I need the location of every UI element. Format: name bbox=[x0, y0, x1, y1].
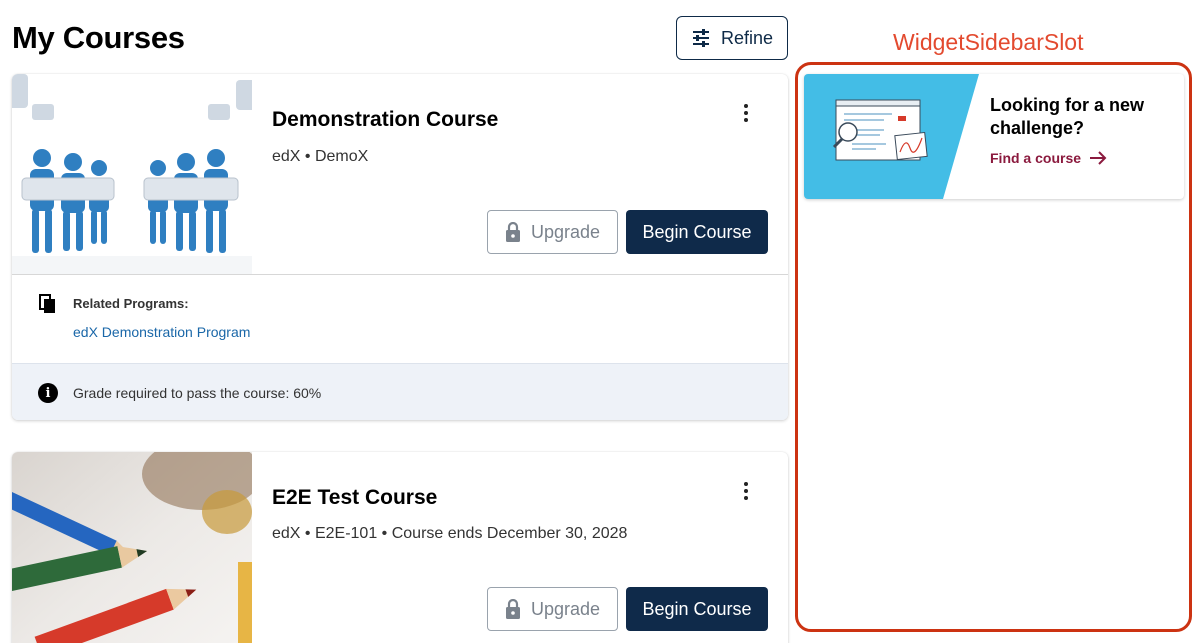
course-search-illustration bbox=[804, 74, 979, 199]
upgrade-label: Upgrade bbox=[530, 598, 601, 619]
grade-notice-text: Grade required to pass the course: 60% bbox=[73, 385, 322, 401]
lock-icon bbox=[505, 222, 520, 242]
programs-icon bbox=[39, 294, 55, 313]
page-title: My Courses bbox=[12, 20, 185, 55]
course-title[interactable]: Demonstration Course bbox=[272, 108, 498, 132]
widget-sidebar-slot-label: WidgetSidebarSlot bbox=[893, 29, 1084, 55]
info-icon: i bbox=[38, 383, 58, 403]
arrow-right-icon bbox=[1090, 151, 1107, 165]
refine-button[interactable]: Refine bbox=[676, 16, 788, 60]
begin-course-button[interactable]: Begin Course bbox=[626, 210, 768, 254]
related-programs-label: Related Programs: bbox=[73, 296, 189, 311]
course-card: E2E Test Course edX • E2E-101 • Course e… bbox=[12, 452, 788, 643]
refine-label: Refine bbox=[720, 27, 774, 48]
sliders-icon bbox=[692, 29, 709, 47]
course-provider-info: edX • E2E-101 • Course ends December 30,… bbox=[272, 525, 628, 542]
course-menu-kebab-icon[interactable] bbox=[736, 102, 756, 124]
find-course-link[interactable]: Find a course bbox=[990, 150, 1107, 166]
course-image[interactable] bbox=[12, 74, 252, 274]
course-provider-info: edX • DemoX bbox=[272, 148, 369, 165]
upgrade-label: Upgrade bbox=[530, 221, 601, 242]
course-menu-kebab-icon[interactable] bbox=[736, 480, 756, 502]
course-image[interactable] bbox=[12, 452, 252, 643]
begin-course-button[interactable]: Begin Course bbox=[626, 587, 768, 631]
upgrade-button[interactable]: Upgrade bbox=[487, 210, 618, 254]
looking-for-course-widget: Looking for a new challenge? Find a cour… bbox=[804, 74, 1184, 199]
grade-notice: i Grade required to pass the course: 60% bbox=[12, 363, 788, 420]
course-title[interactable]: E2E Test Course bbox=[272, 486, 437, 510]
find-course-label: Find a course bbox=[990, 150, 1082, 166]
lock-icon bbox=[505, 599, 520, 619]
related-program-link[interactable]: edX Demonstration Program bbox=[73, 324, 250, 340]
widget-heading: Looking for a new challenge? bbox=[990, 95, 1145, 138]
related-programs: Related Programs: edX Demonstration Prog… bbox=[12, 275, 788, 363]
course-card: Demonstration Course edX • DemoX Upgrade… bbox=[12, 74, 788, 420]
upgrade-button[interactable]: Upgrade bbox=[487, 587, 618, 631]
